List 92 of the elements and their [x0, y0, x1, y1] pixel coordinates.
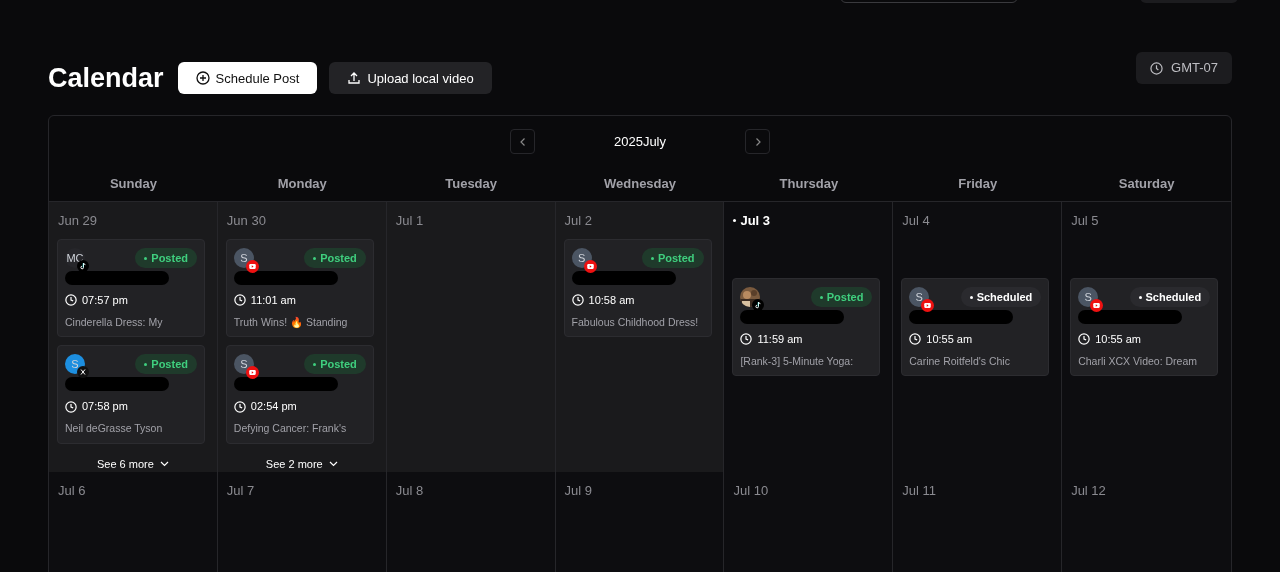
post-title: [Rank-3] 5-Minute Yoga:	[740, 353, 855, 369]
day-number: Jun 30	[226, 211, 266, 230]
weekday-header: Tuesday	[444, 175, 498, 194]
day-number: Jul 12	[1071, 481, 1106, 500]
clock-icon	[740, 333, 753, 346]
status-badge: Scheduled	[960, 287, 1042, 307]
status-badge: Posted	[135, 354, 197, 375]
clock-icon	[65, 294, 77, 307]
weekday-header: Thursday	[778, 175, 840, 194]
music-note-icon	[77, 260, 89, 272]
clock-icon	[909, 333, 922, 346]
chevron-down-icon	[159, 460, 169, 467]
post-card[interactable]: S Scheduled 10:55 am Charli XCX Video: Dream	[1070, 278, 1219, 377]
post-title: Carine Roitfeld's Chic	[909, 353, 1011, 369]
post-time: 07:58 pm	[82, 399, 128, 415]
day-number: Jul 10	[733, 481, 769, 500]
status-badge: Posted	[304, 248, 366, 268]
status-badge: Scheduled	[1129, 287, 1211, 307]
status-badge: Posted	[135, 248, 197, 268]
post-time: 10:55 am	[926, 332, 973, 347]
chevron-down-icon	[328, 460, 338, 467]
post-card[interactable]: S Posted 10:58 am Fabulous Childhood Dress!	[563, 239, 712, 338]
post-time: 10:58 am	[588, 293, 635, 308]
post-title: Neil deGrasse Tyson	[65, 420, 164, 436]
post-time: 02:54 pm	[250, 399, 297, 415]
x-icon	[77, 366, 89, 379]
next-month-button[interactable]	[745, 129, 770, 154]
clock-icon	[233, 400, 246, 413]
post-card[interactable]: S Scheduled 10:55 am Carine Roitfeld's Chic	[901, 278, 1050, 377]
post-card[interactable]: S Posted 02:54 pm Defying Cancer: Frank's	[225, 345, 374, 444]
day-number: Jul 6	[58, 481, 86, 500]
clock-icon	[1150, 61, 1164, 75]
chevron-left-icon	[518, 136, 527, 147]
day-number: Jul 1	[395, 211, 424, 230]
see-more-button[interactable]: See 2 more	[265, 455, 338, 472]
avatar-initials: MC	[66, 250, 84, 266]
weekday-header: Wednesday	[603, 175, 677, 194]
plus-icon	[195, 71, 210, 86]
clock-icon	[1078, 333, 1091, 346]
music-note-icon	[752, 299, 765, 311]
post-title: Defying Cancer: Frank's	[233, 420, 348, 436]
post-card[interactable]: S Posted 07:58 pm Neil deGrasse Tyson	[57, 345, 205, 444]
weekday-header: Sunday	[108, 175, 158, 194]
timezone-button[interactable]: GMT-07	[1136, 52, 1232, 84]
post-time: 11:59 am	[757, 332, 803, 347]
day-number: Jul 3	[740, 211, 771, 230]
post-title: Truth Wins! 🔥 Standing	[233, 314, 349, 330]
post-time: 10:55 am	[1095, 332, 1141, 347]
day-number: Jul 11	[902, 481, 936, 500]
play-icon	[921, 299, 935, 312]
weekday-header: Friday	[957, 175, 999, 194]
see-more-button[interactable]: See 6 more	[97, 455, 169, 472]
post-time: 11:01 am	[250, 293, 296, 308]
avatar-initials: S	[240, 250, 248, 266]
play-icon	[245, 366, 259, 380]
post-title: Cinderella Dress: My	[65, 314, 164, 330]
clock-icon	[233, 294, 246, 307]
play-icon	[245, 260, 259, 273]
previous-month-button[interactable]	[510, 129, 535, 154]
weekday-header: Monday	[276, 175, 328, 194]
month-label: 2025July	[612, 132, 667, 151]
status-badge: Posted	[304, 354, 366, 375]
weekday-header: Saturday	[1117, 175, 1176, 194]
day-number: Jul 8	[395, 481, 424, 500]
day-number: Jul 9	[564, 481, 593, 500]
play-icon	[1090, 299, 1104, 312]
status-badge: Posted	[810, 287, 873, 307]
page-title: Calendar	[48, 62, 164, 95]
clock-icon	[65, 400, 77, 413]
avatar-initials: S	[577, 250, 586, 266]
schedule-post-button[interactable]: Schedule Post	[177, 62, 318, 95]
play-icon	[583, 260, 597, 273]
day-number: Jul 4	[902, 211, 930, 230]
day-number: Jul 2	[564, 211, 593, 230]
upload-button[interactable]: Upload local video	[329, 62, 492, 95]
post-title: Charli XCX Video: Dream	[1078, 353, 1198, 369]
post-time: 07:57 pm	[82, 293, 128, 308]
day-number: Jul 5	[1071, 211, 1099, 230]
post-card[interactable]: Posted 11:59 am [Rank-3] 5-Minute Yoga:	[732, 278, 881, 377]
avatar-initials: S	[71, 357, 79, 372]
post-card[interactable]: S Posted 11:01 am Truth Wins! 🔥 Standing	[225, 239, 374, 338]
avatar-initials: S	[1084, 289, 1092, 305]
clock-icon	[571, 294, 584, 307]
post-title: Fabulous Childhood Dress!	[571, 314, 700, 330]
avatar-initials: S	[915, 289, 923, 305]
post-card[interactable]: MC Posted 07:57 pm Cinderella Dress: My	[57, 239, 205, 338]
status-badge: Posted	[641, 248, 704, 268]
day-number: Jul 7	[226, 481, 255, 500]
day-number: Jun 29	[58, 211, 98, 230]
upload-icon	[347, 71, 362, 86]
chevron-right-icon	[753, 136, 762, 147]
avatar-initials: S	[240, 357, 248, 372]
